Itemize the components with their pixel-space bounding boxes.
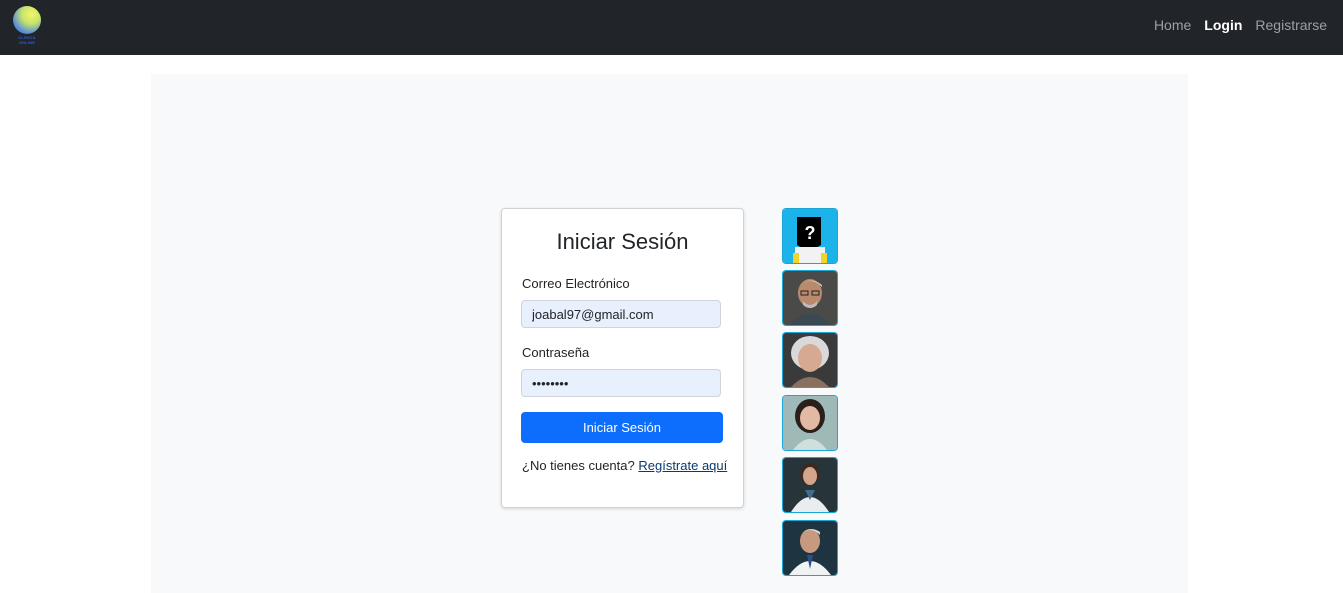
- login-card: Iniciar Sesión Correo Electrónico Contra…: [501, 208, 744, 508]
- register-prompt: ¿No tienes cuenta?: [522, 458, 635, 473]
- email-label: Correo Electrónico: [522, 276, 630, 291]
- quick-user-elderly-woman[interactable]: [782, 332, 838, 388]
- login-title: Iniciar Sesión: [556, 229, 689, 254]
- male-doctor-avatar: [783, 521, 837, 575]
- elderly-man-avatar: [783, 271, 837, 325]
- logo-text: CLINICA ONLINE: [18, 35, 36, 45]
- young-woman-avatar: [783, 396, 837, 450]
- female-doctor-avatar: [783, 458, 837, 512]
- quick-user-elderly-man[interactable]: [782, 270, 838, 326]
- unknown-user-icon: ?: [783, 209, 837, 263]
- globe-icon: [13, 6, 41, 34]
- login-submit-button[interactable]: Iniciar Sesión: [521, 412, 723, 443]
- quick-user-unknown[interactable]: ?: [782, 208, 838, 264]
- nav-link-home[interactable]: Home: [1154, 17, 1191, 37]
- nav-links: Home Login Registrarse: [1154, 17, 1327, 37]
- password-field[interactable]: [521, 369, 721, 397]
- quick-user-young-woman[interactable]: [782, 395, 838, 451]
- quick-user-male-doctor[interactable]: [782, 520, 838, 576]
- clinic-logo[interactable]: CLINICA ONLINE: [12, 5, 44, 49]
- navbar: CLINICA ONLINE Home Login Registrarse: [0, 0, 1343, 55]
- email-field[interactable]: [521, 300, 721, 328]
- svg-text:?: ?: [805, 223, 816, 243]
- quick-user-female-doctor[interactable]: [782, 457, 838, 513]
- password-label: Contraseña: [522, 345, 590, 360]
- nav-link-registrarse[interactable]: Registrarse: [1255, 17, 1327, 37]
- elderly-woman-avatar: [783, 333, 837, 387]
- register-link[interactable]: Regístrate aquí: [638, 458, 727, 473]
- register-line: ¿No tienes cuenta? Regístrate aquí: [522, 458, 727, 473]
- nav-link-login[interactable]: Login: [1204, 17, 1242, 37]
- main-content: Iniciar Sesión Correo Electrónico Contra…: [151, 74, 1188, 593]
